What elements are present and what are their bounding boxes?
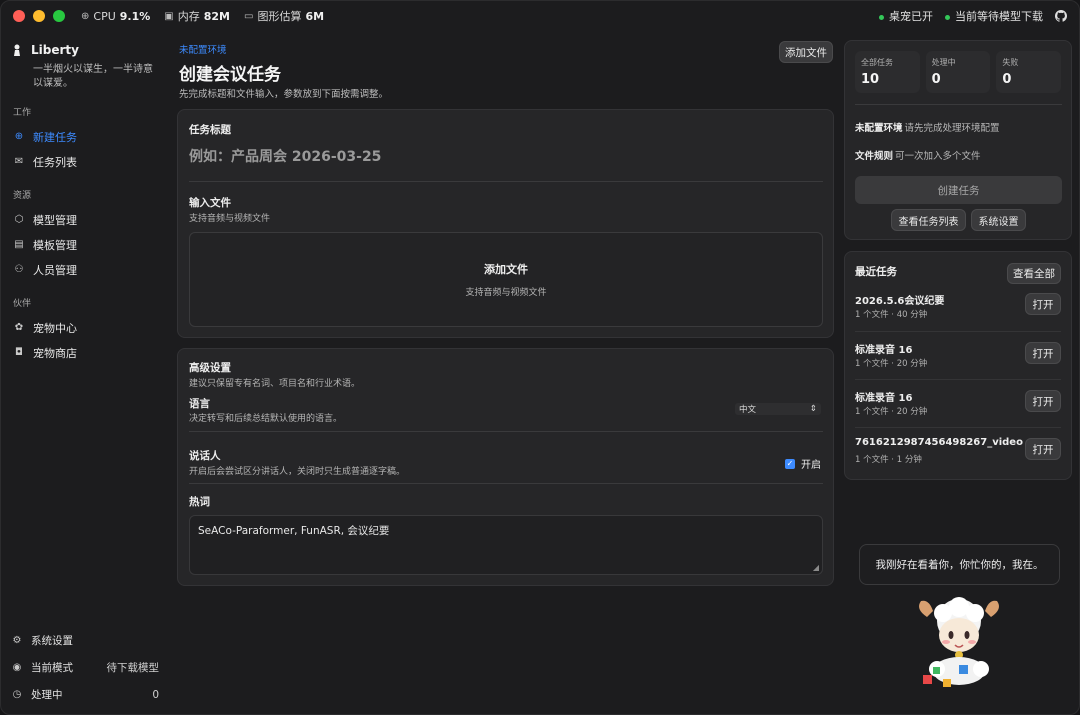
- sidebar-item-settings[interactable]: ⚙ 系统设置: [11, 627, 159, 654]
- language-select[interactable]: 中文 ⇕: [735, 403, 821, 415]
- status-dot: [945, 14, 950, 20]
- pet-speech-bubble: 我刚好在看着你，你忙你的，我在。: [859, 544, 1060, 585]
- env-status: 未配置环境 请先完成处理环境配置: [855, 123, 1000, 134]
- system-settings-button[interactable]: 系统设置: [971, 209, 1026, 231]
- view-all-button[interactable]: 查看全部: [1007, 263, 1061, 284]
- zoom-window-button[interactable]: [53, 10, 65, 22]
- sidebar-item-new-task[interactable]: ⊕ 新建任务: [11, 124, 159, 149]
- page-title: 创建会议任务: [179, 65, 281, 85]
- advanced-settings-card: 高级设置 建议只保留专有名词、项目名和行业术语。 语言 决定转写和后续总结默认使…: [177, 348, 834, 586]
- status-dot: [879, 14, 884, 20]
- pet-status: 桌宠已开: [879, 8, 933, 24]
- add-file-button[interactable]: 添加文件: [779, 41, 833, 63]
- memory-stat: ▣ 内存 82M: [164, 9, 230, 24]
- minimize-window-button[interactable]: [33, 10, 45, 22]
- document-icon: ▤: [14, 239, 24, 250]
- section-label-work: 工作: [13, 108, 32, 118]
- dropzone-hint: 支持音频与视频文件: [465, 288, 547, 298]
- advanced-hint: 建议只保留专有名词、项目名和行业术语。: [189, 379, 361, 389]
- sidebar-item-pet-center[interactable]: ✿ 宠物中心: [11, 315, 159, 340]
- input-files-label: 输入文件: [189, 197, 231, 209]
- section-label-partners: 伙伴: [13, 299, 32, 309]
- task-title-label: 任务标题: [189, 124, 231, 136]
- sidebar-item-templates[interactable]: ▤ 模板管理: [11, 232, 159, 257]
- sidebar: Liberty 一半烟火以谋生，一半诗意以谋爱。 工作 ⊕ 新建任务 ✉ 任务列…: [1, 31, 169, 714]
- model-status: 当前等待模型下载: [945, 8, 1043, 24]
- resize-handle-icon[interactable]: ◢: [813, 563, 819, 572]
- gpu-stat: ▭ 图形估算 6M: [244, 9, 325, 24]
- checkbox-checked-icon[interactable]: ✓: [785, 458, 795, 469]
- close-window-button[interactable]: [13, 10, 25, 22]
- recent-title: 最近任务: [855, 266, 897, 278]
- stat-processing: 处理中 0: [925, 51, 991, 93]
- breadcrumb[interactable]: 未配置环境: [179, 42, 227, 56]
- cube-icon: ⬡: [14, 214, 24, 225]
- divider: [189, 431, 823, 432]
- chevron-updown-icon: ⇕: [809, 404, 817, 414]
- people-icon: ⚇: [14, 264, 24, 275]
- task-input-card: 任务标题 例如：产品周会 2026-03-25 输入文件 支持音频与视频文件 添…: [177, 109, 834, 338]
- list-item: 2026.5.6会议纪要 1 个文件 · 40 分钟 打开: [855, 283, 1061, 331]
- paw-icon: ✿: [14, 322, 24, 333]
- github-icon[interactable]: [1055, 10, 1067, 22]
- list-item: 7616212987456498267_video 1 个文件 · 1 分钟 打…: [855, 427, 1061, 475]
- speaker-toggle[interactable]: ✓ 开启: [785, 456, 821, 471]
- brand-motto: 一半烟火以谋生，一半诗意以谋爱。: [33, 64, 153, 89]
- main-content: 未配置环境 创建会议任务 先完成标题和文件输入，参数放到下面按需调整。 添加文件…: [177, 31, 835, 714]
- view-task-list-button[interactable]: 查看任务列表: [891, 209, 966, 231]
- section-label-resources: 资源: [13, 191, 32, 201]
- sidebar-item-task-list[interactable]: ✉ 任务列表: [11, 149, 159, 174]
- task-title-input[interactable]: 例如：产品周会 2026-03-25: [189, 146, 823, 182]
- create-task-button[interactable]: 创建任务: [855, 176, 1062, 204]
- file-dropzone[interactable]: 添加文件 支持音频与视频文件: [189, 232, 823, 327]
- hotwords-label: 热词: [189, 496, 210, 508]
- app-window: ⊕ CPU 9.1% ▣ 内存 82M ▭ 图形估算 6M 桌宠已开 当前等待模…: [0, 0, 1080, 715]
- stat-all-tasks: 全部任务 10: [855, 51, 920, 93]
- cpu-stat: ⊕ CPU 9.1%: [81, 9, 151, 23]
- language-label: 语言: [189, 398, 210, 410]
- sheep-pet-icon[interactable]: [909, 595, 1009, 691]
- clock-icon: ◷: [12, 689, 22, 700]
- stat-failed: 失败 0: [996, 51, 1062, 93]
- brand-name: Liberty: [31, 43, 79, 57]
- processing-row: ◷ 处理中 0: [12, 688, 159, 702]
- bag-icon: ◘: [15, 347, 23, 358]
- sidebar-item-models[interactable]: ⬡ 模型管理: [11, 207, 159, 232]
- monitor-icon: ▭: [244, 10, 254, 22]
- open-button[interactable]: 打开: [1025, 390, 1061, 412]
- titlebar: ⊕ CPU 9.1% ▣ 内存 82M ▭ 图形估算 6M 桌宠已开 当前等待模…: [1, 1, 1079, 31]
- window-controls: [13, 10, 65, 22]
- hotwords-input[interactable]: SeACo-Paraformer, FunASR, 会议纪要 ◢: [189, 515, 823, 575]
- sidebar-item-pet-store[interactable]: ◘ 宠物商店: [11, 340, 159, 365]
- pawn-logo-icon: [14, 44, 20, 56]
- summary-card: 全部任务 10 处理中 0 失败 0 未配置环境 请先完成处理环境配置 文件规则可…: [844, 40, 1072, 240]
- memory-icon: ▣: [164, 10, 174, 22]
- speaker-label: 说话人: [189, 450, 221, 462]
- list-item: 标准录音 16 1 个文件 · 20 分钟 打开: [855, 331, 1061, 379]
- gear-icon: ⚙: [12, 635, 22, 646]
- recent-tasks-card: 最近任务 查看全部 2026.5.6会议纪要 1 个文件 · 40 分钟 打开 …: [844, 251, 1072, 480]
- language-hint: 决定转写和后续总结默认使用的语言。: [189, 414, 343, 424]
- speaker-hint: 开启后会尝试区分讲话人，关闭时只生成普通逐字稿。: [189, 467, 406, 477]
- list-item: 标准录音 16 1 个文件 · 20 分钟 打开: [855, 379, 1061, 427]
- divider: [189, 483, 823, 484]
- cpu-icon: ⊕: [81, 10, 90, 22]
- open-button[interactable]: 打开: [1025, 293, 1061, 315]
- inbox-icon: ✉: [14, 156, 24, 167]
- sidebar-item-people[interactable]: ⚇ 人员管理: [11, 257, 159, 282]
- advanced-title: 高级设置: [189, 362, 231, 374]
- divider: [855, 104, 1062, 105]
- open-button[interactable]: 打开: [1025, 342, 1061, 364]
- input-files-hint: 支持音频与视频文件: [189, 214, 271, 224]
- dropzone-title: 添加文件: [484, 263, 528, 276]
- page-subtitle: 先完成标题和文件输入，参数放到下面按需调整。: [179, 89, 389, 100]
- current-mode-row: ◉ 当前模式 待下载模型: [12, 662, 159, 674]
- file-rule: 文件规则 可一次加入多个文件: [855, 151, 981, 162]
- mode-icon: ◉: [12, 662, 22, 673]
- plus-circle-icon: ⊕: [14, 131, 24, 142]
- brand: Liberty: [11, 43, 159, 57]
- open-button[interactable]: 打开: [1025, 438, 1061, 460]
